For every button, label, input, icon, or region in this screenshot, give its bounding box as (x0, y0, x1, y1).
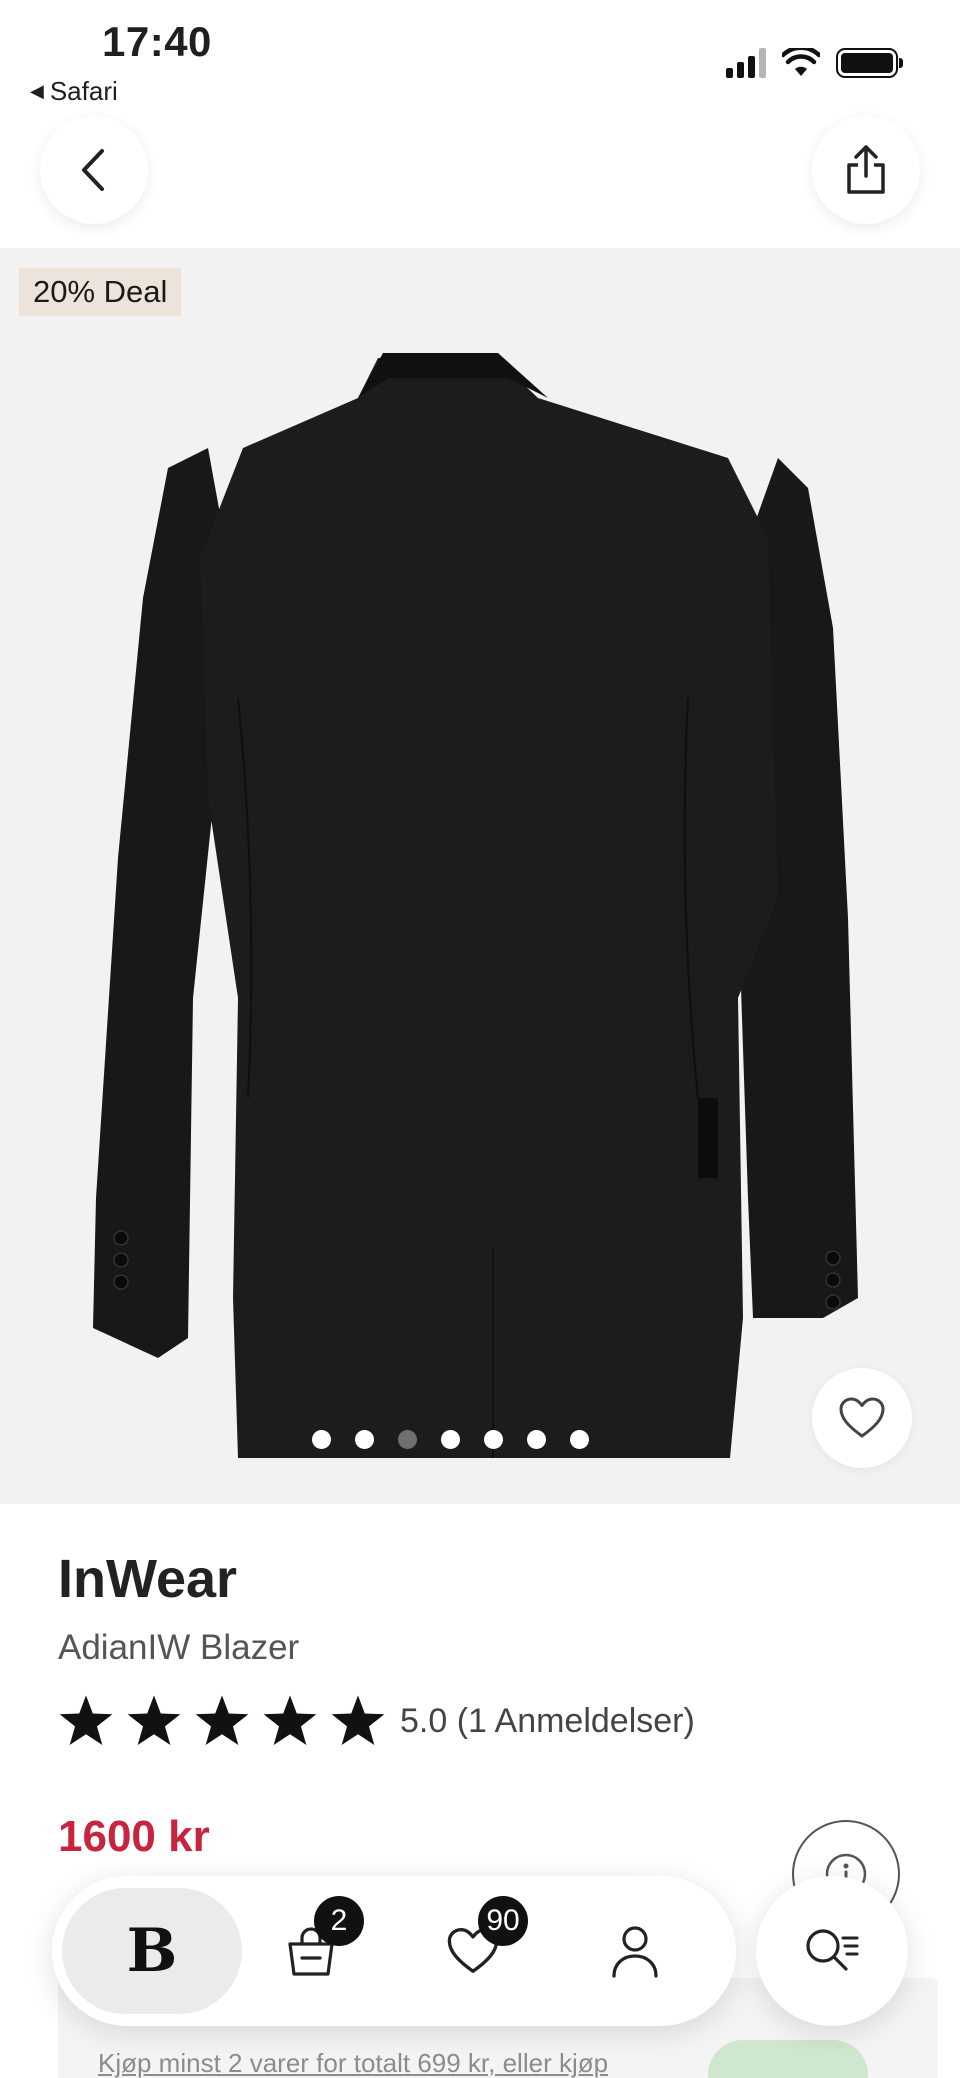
promo-toggle[interactable] (708, 2040, 868, 2078)
pagination-dot[interactable] (526, 1430, 546, 1449)
search-button[interactable] (756, 1876, 908, 2026)
battery-icon (836, 48, 903, 78)
star-icon (263, 1695, 317, 1746)
pagination-dot[interactable] (569, 1430, 589, 1449)
product-name: AdianIW Blazer (58, 1628, 300, 1667)
star-icon (127, 1695, 181, 1746)
promo-link[interactable]: Kjøp minst 2 varer for totalt 699 kr, el… (98, 2048, 608, 2078)
chevron-left-icon (82, 149, 104, 191)
cart-count-badge: 2 (314, 1896, 364, 1946)
user-icon (612, 1926, 658, 1978)
gallery-pagination (0, 1430, 930, 1449)
status-bar: 17:40 ◀ Safari (0, 0, 960, 115)
status-time: 17:40 (102, 18, 212, 65)
star-icon (195, 1695, 249, 1746)
bottom-navigation: B 2 90 (52, 1876, 736, 2026)
pagination-dot[interactable] (354, 1430, 374, 1449)
product-rating[interactable]: 5.0 (1 Anmeldelser) (58, 1694, 695, 1748)
add-to-wishlist-button[interactable] (812, 1368, 912, 1468)
pagination-dot-active[interactable] (397, 1430, 417, 1449)
back-button[interactable] (40, 116, 148, 224)
pagination-dot[interactable] (483, 1430, 503, 1449)
share-button[interactable] (812, 116, 920, 224)
back-to-app-link[interactable]: ◀ Safari (30, 76, 118, 107)
back-app-label: Safari (49, 76, 118, 106)
product-image-gallery[interactable]: 20% Deal (0, 248, 960, 1504)
status-icons (726, 48, 903, 78)
star-icon (331, 1695, 385, 1746)
rating-text: 5.0 (1 Anmeldelser) (400, 1701, 695, 1740)
deal-badge: 20% Deal (19, 268, 182, 316)
rating-stars (58, 1694, 386, 1748)
search-icon (806, 1929, 859, 1971)
star-icon (59, 1695, 113, 1746)
product-price: 1600 kr (58, 1812, 210, 1861)
heart-icon (839, 1397, 885, 1438)
nav-home-button[interactable]: B (62, 1888, 242, 2014)
product-image (93, 353, 858, 1458)
product-brand[interactable]: InWear (58, 1548, 237, 1610)
wifi-icon (782, 48, 820, 76)
nav-profile-button[interactable] (600, 1916, 670, 1986)
back-triangle-icon: ◀ (30, 81, 44, 101)
pagination-dot[interactable] (311, 1430, 331, 1449)
wishlist-count-badge: 90 (478, 1896, 528, 1946)
pagination-dot[interactable] (440, 1430, 460, 1449)
cellular-signal-icon (726, 48, 766, 78)
share-icon (847, 145, 885, 194)
